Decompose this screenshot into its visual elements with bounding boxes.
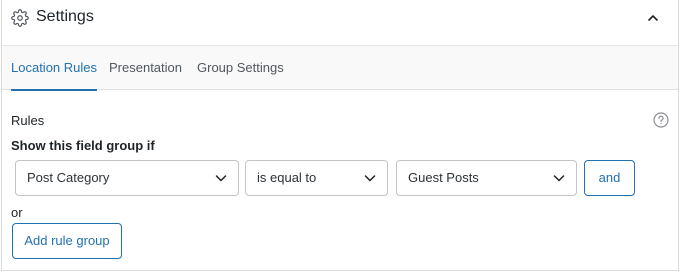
chevron-down-icon <box>553 175 565 182</box>
chevron-down-icon <box>364 175 376 182</box>
and-button[interactable]: and <box>584 160 635 196</box>
rule-param-value: Post Category <box>27 170 110 185</box>
rule-param-select[interactable]: Post Category <box>15 160 239 196</box>
tab-location-rules[interactable]: Location Rules <box>11 46 97 91</box>
panel-header[interactable]: Settings <box>2 0 678 46</box>
settings-panel: Settings Location Rules Presentation Gro… <box>1 0 679 271</box>
add-rule-group-button[interactable]: Add rule group <box>12 223 122 259</box>
condition-label: Show this field group if <box>11 138 155 153</box>
rule-operator-value: is equal to <box>257 170 317 185</box>
tab-presentation[interactable]: Presentation <box>109 46 182 90</box>
rule-value-select[interactable]: Guest Posts <box>396 160 577 196</box>
rule-operator-select[interactable]: is equal to <box>245 160 388 196</box>
gear-icon <box>11 9 29 27</box>
panel-title: Settings <box>36 8 94 25</box>
help-icon[interactable] <box>653 112 669 128</box>
tab-group-settings[interactable]: Group Settings <box>197 46 284 90</box>
or-label: or <box>11 205 23 220</box>
rules-label: Rules <box>11 113 45 128</box>
chevron-down-icon <box>215 175 227 182</box>
chevron-up-icon[interactable] <box>646 11 660 25</box>
tab-bar: Location Rules Presentation Group Settin… <box>2 46 678 91</box>
rule-value-value: Guest Posts <box>408 170 479 185</box>
